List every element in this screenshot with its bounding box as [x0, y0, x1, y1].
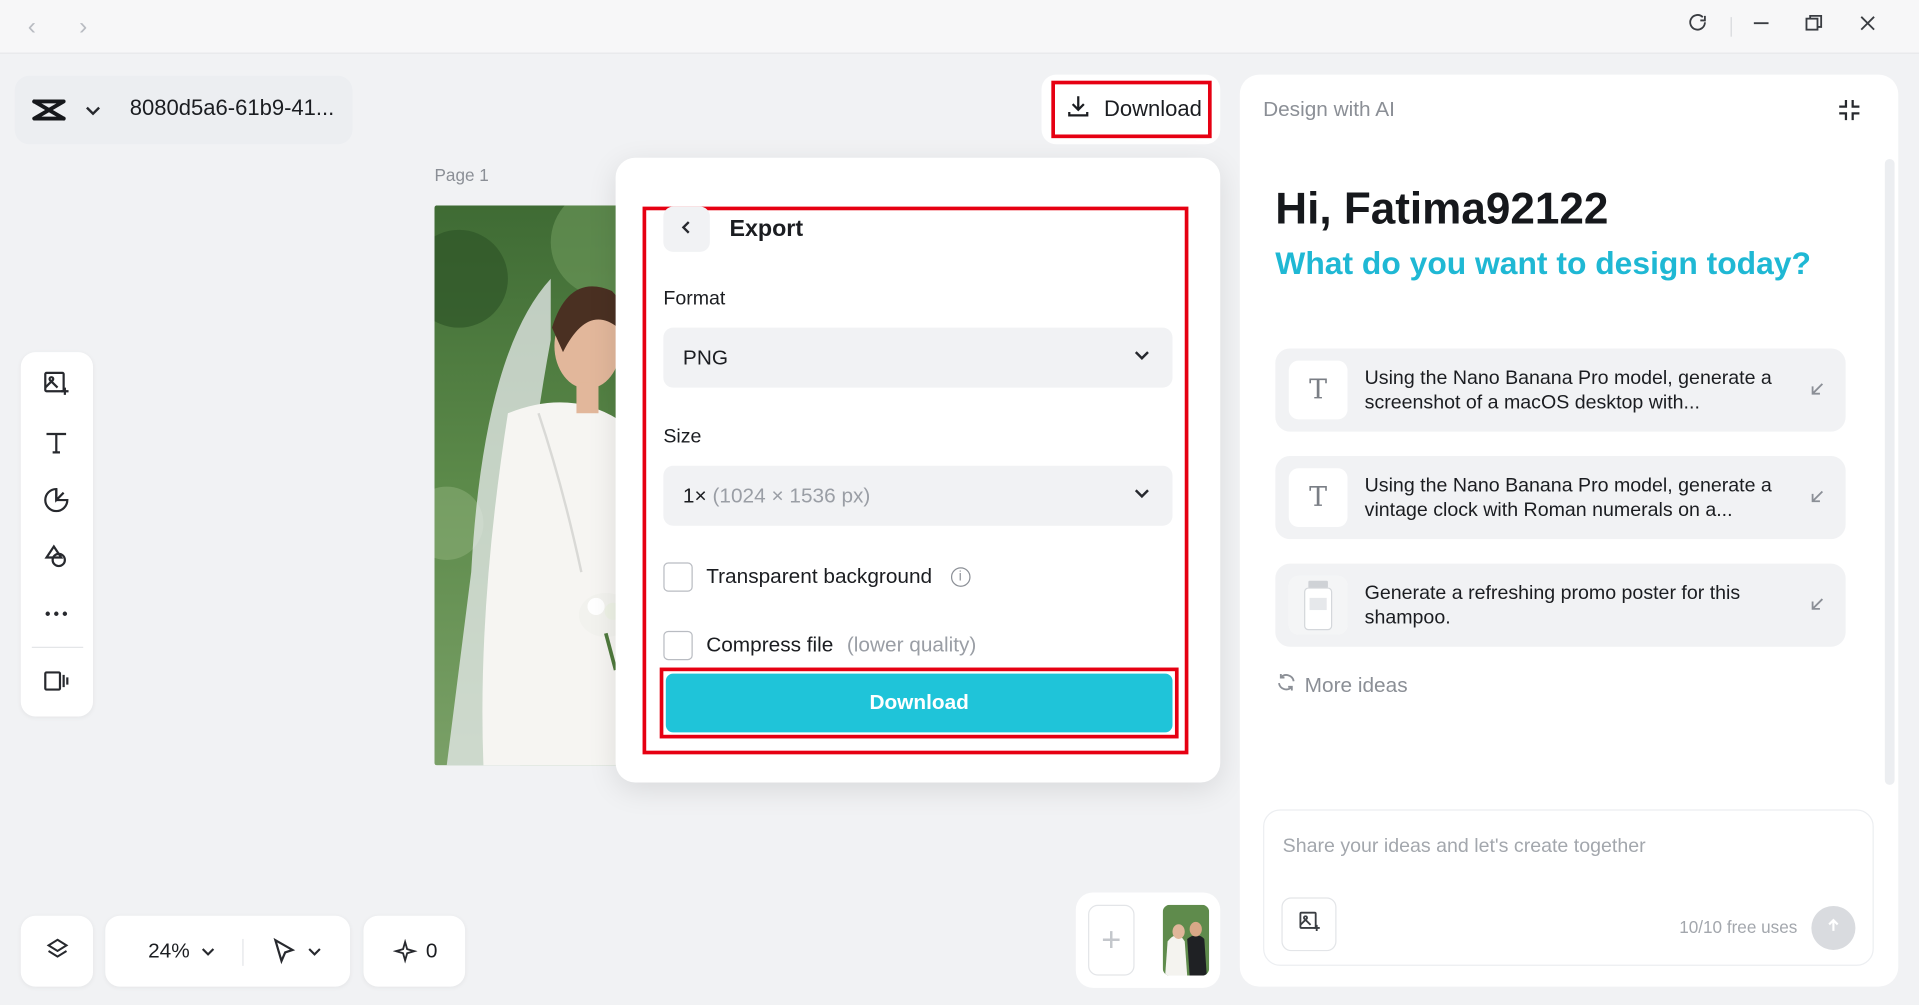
divider: [1730, 17, 1732, 37]
ai-panel-scrollbar[interactable]: [1884, 158, 1895, 785]
prompt-placeholder[interactable]: Share your ideas and let's create togeth…: [1283, 836, 1646, 858]
sparkle-icon: [392, 938, 418, 970]
transparent-bg-option[interactable]: Transparent background i: [663, 562, 971, 592]
compress-note: (lower quality): [846, 633, 977, 657]
add-page-button[interactable]: +: [1088, 904, 1135, 976]
add-image-icon: [1297, 909, 1321, 940]
chevron-down-icon: [1131, 482, 1153, 510]
canvas-image[interactable]: [434, 205, 631, 766]
text-T-icon: T: [1288, 360, 1348, 420]
send-button[interactable]: [1811, 905, 1856, 950]
export-download-button[interactable]: Download: [665, 673, 1173, 733]
download-button-label: Download: [1103, 96, 1202, 122]
info-icon[interactable]: i: [950, 567, 971, 587]
elements-icon[interactable]: [37, 480, 76, 519]
page-label: Page 1: [434, 165, 489, 185]
shapes-icon[interactable]: [37, 537, 76, 576]
zoom-value[interactable]: 24%: [148, 939, 190, 963]
format-value: PNG: [682, 345, 729, 369]
reload-icon[interactable]: [1687, 12, 1716, 41]
layers-button[interactable]: [20, 915, 94, 987]
capcut-logo-icon[interactable]: [32, 95, 66, 124]
compress-option[interactable]: Compress file (lower quality): [663, 630, 977, 661]
size-select[interactable]: 1× (1024 × 1536 px): [663, 465, 1173, 526]
download-icon: [1065, 93, 1092, 126]
more-icon[interactable]: [37, 594, 76, 633]
shampoo-thumbnail: [1288, 575, 1348, 635]
free-uses-counter: 10/10 free uses: [1679, 916, 1798, 937]
arrow-down-left-icon: [1809, 595, 1826, 612]
refresh-icon: [1275, 671, 1297, 699]
text-T-icon: T: [1288, 468, 1348, 527]
prompt-input-box[interactable]: [1263, 809, 1874, 966]
size-scale: 1×: [682, 483, 707, 507]
pointer-chevron-down-icon[interactable]: [306, 943, 323, 966]
ai-panel-title: Design with AI: [1263, 97, 1395, 122]
pointer-tool-icon[interactable]: [269, 937, 298, 972]
size-label: Size: [663, 426, 702, 448]
page-thumbnail[interactable]: [1162, 904, 1210, 976]
more-ideas-label: More ideas: [1304, 673, 1408, 697]
forward-arrow-icon[interactable]: ›: [69, 12, 98, 41]
download-button[interactable]: Download: [1051, 80, 1212, 139]
size-dimensions: (1024 × 1536 px): [712, 483, 871, 507]
transparent-bg-label: Transparent background: [706, 564, 933, 589]
more-ideas-button[interactable]: More ideas: [1275, 671, 1408, 699]
image-upload-button[interactable]: [1281, 897, 1337, 952]
close-icon[interactable]: [1857, 12, 1886, 41]
compress-label: Compress file: [706, 633, 834, 657]
arrow-up-icon: [1825, 916, 1842, 939]
browser-top-bar: [0, 0, 1919, 54]
export-title: Export: [729, 216, 804, 243]
chevron-down-icon: [1131, 344, 1153, 372]
collapse-icon[interactable]: [1836, 97, 1863, 124]
idea-text: Generate a refreshing promo poster for t…: [1364, 583, 1741, 629]
minimize-icon[interactable]: [1750, 12, 1779, 41]
chevron-down-icon[interactable]: [83, 98, 103, 122]
back-arrow-icon[interactable]: ‹: [17, 12, 46, 41]
back-button[interactable]: [663, 206, 710, 252]
arrow-down-left-icon: [1809, 488, 1826, 505]
zoom-chevron-down-icon[interactable]: [199, 943, 216, 966]
layers-icon: [43, 935, 70, 968]
project-title[interactable]: 8080d5a6-61b9-41...: [130, 95, 335, 121]
text-tool-icon[interactable]: [37, 423, 76, 462]
idea-text: Using the Nano Banana Pro model, generat…: [1364, 368, 1772, 414]
toolbar-divider: [31, 646, 84, 648]
divider: [242, 938, 244, 966]
format-label: Format: [663, 288, 726, 310]
idea-text: Using the Nano Banana Pro model, generat…: [1364, 475, 1772, 521]
greeting: Hi, Fatima92122: [1275, 183, 1609, 234]
format-select[interactable]: PNG: [663, 327, 1173, 388]
transparent-bg-checkbox[interactable]: [663, 562, 693, 592]
panel-toggle-icon[interactable]: [37, 661, 76, 700]
chevron-left-icon: [678, 216, 695, 242]
restore-icon[interactable]: [1803, 12, 1832, 41]
greeting-subtitle: What do you want to design today?: [1275, 244, 1811, 282]
compress-checkbox[interactable]: [663, 630, 693, 661]
add-image-icon[interactable]: [37, 364, 76, 403]
credits-count: 0: [425, 938, 438, 963]
arrow-down-left-icon: [1809, 380, 1826, 397]
